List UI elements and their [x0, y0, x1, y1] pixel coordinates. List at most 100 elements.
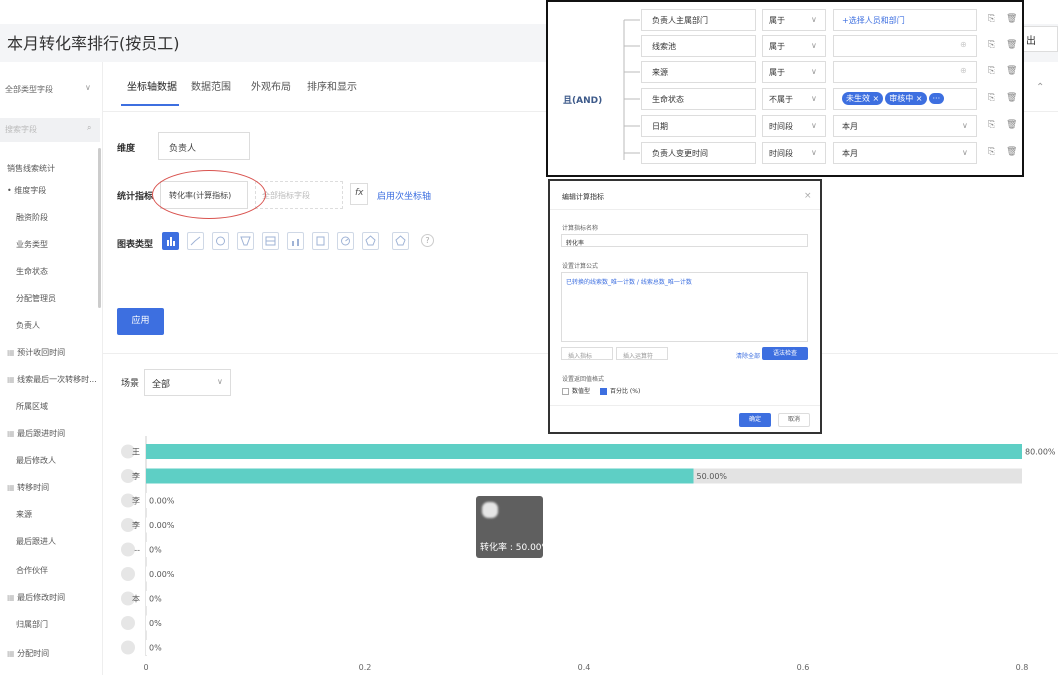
sidebar-item[interactable]: ▦ 转移时间	[7, 482, 49, 493]
table-chart-icon[interactable]	[262, 232, 279, 250]
avatar	[121, 567, 135, 581]
chevron-down-icon: ∨	[962, 148, 968, 157]
dimension-field[interactable]: 负责人	[158, 132, 250, 160]
sidebar-item[interactable]: ▦ 预计收回时间	[7, 347, 65, 358]
sidebar-item[interactable]: 生命状态	[16, 266, 48, 277]
value-chip[interactable]: 审核中 ×	[885, 92, 927, 105]
sidebar-item[interactable]: ▦ 分配时间	[7, 648, 49, 659]
bar-chart-icon[interactable]	[162, 232, 179, 250]
clear-all-link[interactable]: 清除全部	[736, 351, 760, 360]
pie-chart-icon[interactable]	[212, 232, 229, 250]
close-icon[interactable]: ×	[804, 191, 812, 201]
copy-icon[interactable]: ⎘	[988, 120, 995, 130]
card-chart-icon[interactable]	[312, 232, 329, 250]
metric-add-field[interactable]: 全部指标字段	[255, 181, 343, 209]
delete-icon[interactable]: 🗑	[1006, 14, 1017, 24]
filter-operator[interactable]: 属于 ∨	[762, 35, 826, 57]
filter-value[interactable]: +选择人员和部门	[833, 9, 977, 31]
filter-field[interactable]: 来源	[641, 61, 756, 83]
filter-field[interactable]: 线索池	[641, 35, 756, 57]
help-icon[interactable]: ?	[421, 234, 434, 247]
sidebar-item[interactable]: 负责人	[16, 320, 40, 331]
name-input[interactable]: 转化率	[561, 234, 808, 247]
sidebar-scrollbar[interactable]	[98, 148, 101, 308]
delete-icon[interactable]: 🗑	[1006, 40, 1017, 50]
radar-chart-icon[interactable]	[362, 232, 379, 250]
sidebar-item[interactable]: 来源	[16, 509, 32, 520]
sidebar-item[interactable]: 销售线索统计	[7, 163, 55, 174]
filter-value[interactable]: 本月 ∨	[833, 142, 977, 164]
value-chip[interactable]: ···	[928, 93, 945, 104]
sidebar-item[interactable]: 归属部门	[16, 619, 48, 630]
delete-icon[interactable]: 🗑	[1006, 120, 1017, 130]
copy-icon[interactable]: ⎘	[988, 147, 995, 157]
copy-icon[interactable]: ⎘	[988, 66, 995, 76]
add-icon[interactable]: ⊕	[960, 66, 967, 75]
number-option[interactable]: 数值型	[562, 386, 590, 395]
delete-icon[interactable]: 🗑	[1006, 93, 1017, 103]
sidebar-item[interactable]: • 维度字段	[7, 185, 46, 196]
scene-select[interactable]: 全部 ∨	[144, 369, 231, 396]
sidebar-item[interactable]: ▦ 最后跟进时间	[7, 428, 65, 439]
filter-operator[interactable]: 属于 ∨	[762, 61, 826, 83]
apply-button[interactable]: 应用	[117, 308, 164, 335]
copy-icon[interactable]: ⎘	[988, 40, 995, 50]
line-chart-icon[interactable]	[187, 232, 204, 250]
insert-operator-select[interactable]: 插入运算符	[616, 347, 668, 360]
field-search-input[interactable]: 搜索字段 ⌕	[0, 118, 100, 142]
operator-label: 属于	[769, 68, 785, 77]
bar-background	[146, 591, 1022, 606]
filter-value[interactable]: ⊕	[833, 35, 977, 57]
filter-operator[interactable]: 时间段 ∨	[762, 115, 826, 137]
filter-field[interactable]: 负责人主属部门	[641, 9, 756, 31]
filter-value[interactable]: 本月 ∨	[833, 115, 977, 137]
filter-value[interactable]: ⊕	[833, 61, 977, 83]
filter-field[interactable]: 负责人变更时间	[641, 142, 756, 164]
percent-option[interactable]: 百分比 (%)	[600, 386, 640, 395]
sidebar-item[interactable]: 融资阶段	[16, 212, 48, 223]
divider	[550, 209, 820, 210]
tab-data-range[interactable]: 数据范围	[191, 78, 231, 93]
exit-button[interactable]: 出	[1018, 26, 1058, 52]
funnel-chart-icon[interactable]	[237, 232, 254, 250]
combo-chart-icon[interactable]	[287, 232, 304, 250]
insert-metric-select[interactable]: 插入指标	[561, 347, 613, 360]
field-type-select[interactable]: 全部类型字段 ∨	[0, 74, 103, 106]
value-label: 0.00%	[149, 497, 175, 506]
delete-icon[interactable]: 🗑	[1006, 147, 1017, 157]
filter-operator[interactable]: 时间段 ∨	[762, 142, 826, 164]
formula-editor[interactable]: 已转换的线索数_唯一计数 / 线索总数_唯一计数	[561, 272, 808, 342]
filter-operator[interactable]: 不属于 ∨	[762, 88, 826, 110]
filter-field[interactable]: 日期	[641, 115, 756, 137]
tab-sort-display[interactable]: 排序和显示	[307, 78, 357, 93]
sidebar-item[interactable]: 最后修改人	[16, 455, 56, 466]
x-tick-label: 0.4	[578, 663, 591, 672]
cancel-button[interactable]: 取消	[778, 413, 810, 427]
tab-appearance[interactable]: 外观布局	[251, 78, 291, 93]
sidebar-item[interactable]: 最后跟进人	[16, 536, 56, 547]
add-icon[interactable]: ⊕	[960, 40, 967, 49]
secondary-axis-link[interactable]: 启用次坐标轴	[377, 189, 431, 202]
ok-button[interactable]: 确定	[739, 413, 771, 427]
sidebar-item[interactable]: 所属区域	[16, 401, 48, 412]
sidebar-item[interactable]: 合作伙伴	[16, 565, 48, 576]
sidebar-item[interactable]: ▦ 线索最后一次转移时...	[7, 374, 97, 385]
filter-operator[interactable]: 属于 ∨	[762, 9, 826, 31]
sidebar-item[interactable]: 分配管理员	[16, 293, 56, 304]
collapse-icon[interactable]: ⌃	[1036, 82, 1044, 93]
date-field-icon: ▦	[7, 649, 18, 658]
sidebar-item[interactable]: ▦ 最后修改时间	[7, 592, 65, 603]
gauge-chart-icon[interactable]	[337, 232, 354, 250]
sidebar-item[interactable]: 业务类型	[16, 239, 48, 250]
delete-icon[interactable]: 🗑	[1006, 66, 1017, 76]
value-chip[interactable]: 未生效 ×	[842, 92, 884, 105]
filter-value[interactable]: 未生效 × 审核中 × ···	[833, 88, 977, 110]
filter-field[interactable]: 生命状态	[641, 88, 756, 110]
formula-button[interactable]: fx	[350, 183, 368, 205]
copy-icon[interactable]: ⎘	[988, 93, 995, 103]
validate-button[interactable]: 语法检查	[762, 347, 808, 360]
map-chart-icon[interactable]	[392, 232, 409, 250]
chevron-down-icon: ∨	[811, 94, 817, 103]
copy-icon[interactable]: ⎘	[988, 14, 995, 24]
tab-axis-data[interactable]: 坐标轴数据	[127, 78, 177, 93]
